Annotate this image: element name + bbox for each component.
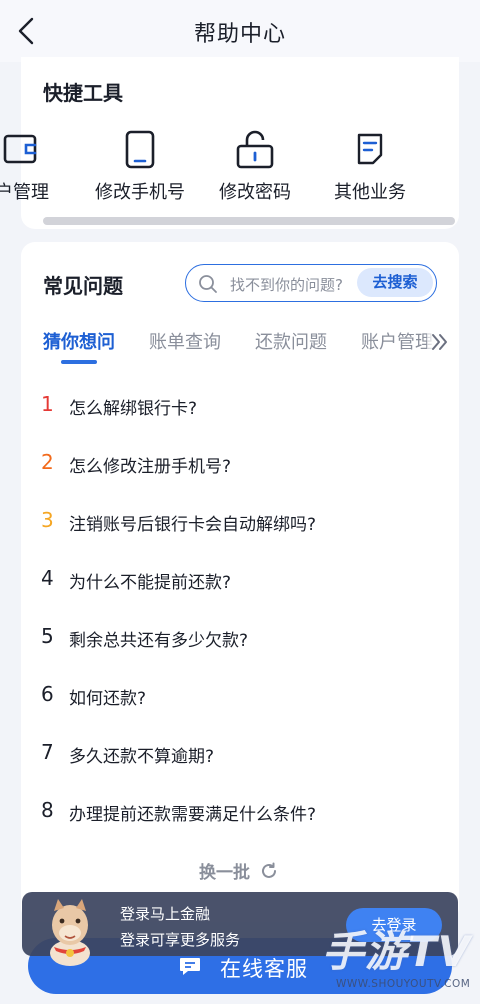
question-text: 如何还款? (69, 689, 147, 709)
question-text: 怎么解绑银行卡? (69, 399, 198, 419)
online-service-label: 在线客服 (220, 957, 308, 981)
question-number: 2 (41, 450, 54, 474)
account-card-icon (3, 134, 37, 164)
tool-label: 其他业务 (334, 182, 406, 203)
active-tab-indicator (61, 360, 97, 364)
question-text: 剩余总共还有多少欠款? (69, 631, 249, 651)
question-item[interactable]: 1 怎么解绑银行卡? (41, 388, 441, 424)
double-chevron-right-icon (432, 334, 447, 350)
question-number: 4 (41, 566, 54, 590)
tab-guess[interactable]: 猜你想问 (43, 328, 115, 354)
refresh-label: 换一批 (199, 863, 250, 883)
phone-icon (125, 130, 155, 169)
search-icon (199, 275, 217, 293)
faq-tabs: 猜你想问 账单查询 还款问题 账户管理 (43, 328, 459, 368)
chat-icon (180, 958, 200, 975)
tab-bill-query[interactable]: 账单查询 (149, 328, 221, 354)
refresh-icon (262, 862, 277, 878)
tool-change-password[interactable]: 修改密码 (195, 126, 315, 210)
top-bar: 帮助中心 (0, 0, 480, 62)
tab-account-manage[interactable]: 账户管理 (361, 328, 433, 354)
tool-change-phone[interactable]: 修改手机号 (80, 126, 200, 210)
question-number: 1 (41, 392, 54, 416)
faq-card: 常见问题 找不到你的问题? 去搜索 猜你想问 账单查询 还款问题 账户管理 1 … (21, 242, 459, 922)
question-item[interactable]: 6 如何还款? (41, 678, 441, 714)
login-banner-title: 登录马上金融 (120, 905, 211, 923)
question-item[interactable]: 8 办理提前还款需要满足什么条件? (41, 794, 441, 830)
question-number: 6 (41, 682, 54, 706)
login-banner-subtitle: 登录可享更多服务 (120, 931, 241, 949)
question-item[interactable]: 4 为什么不能提前还款? (41, 562, 441, 598)
question-number: 5 (41, 624, 54, 648)
question-number: 3 (41, 508, 54, 532)
faq-heading: 常见问题 (43, 274, 123, 298)
page-title: 帮助中心 (193, 22, 286, 47)
lock-icon (236, 130, 274, 169)
question-number: 8 (41, 798, 54, 822)
quick-tools-heading: 快捷工具 (43, 81, 123, 105)
question-item[interactable]: 3 注销账号后银行卡会自动解绑吗? (41, 504, 441, 540)
question-item[interactable]: 5 剩余总共还有多少欠款? (41, 620, 441, 656)
tool-label: 修改密码 (219, 182, 291, 203)
question-number: 7 (41, 740, 54, 764)
tools-scrollbar[interactable] (43, 217, 455, 225)
quick-tools-row: 户管理 修改手机号 修改密码 其他业务 (0, 126, 459, 210)
tabs-more-button[interactable] (427, 329, 453, 355)
tool-account-manage[interactable]: 户管理 (0, 126, 82, 210)
login-button[interactable]: 去登录 (346, 908, 442, 942)
search-placeholder: 找不到你的问题? (230, 276, 343, 294)
search-button[interactable]: 去搜索 (357, 268, 433, 297)
mascot-image (50, 899, 90, 966)
question-text: 办理提前还款需要满足什么条件? (69, 805, 317, 825)
question-text: 多久还款不算逾期? (69, 747, 215, 767)
document-icon (357, 133, 383, 165)
question-text: 注销账号后银行卡会自动解绑吗? (69, 515, 317, 535)
tool-other-business[interactable]: 其他业务 (310, 126, 430, 210)
tool-label: 户管理 (0, 182, 49, 203)
question-text: 怎么修改注册手机号? (69, 457, 232, 477)
question-item[interactable]: 7 多久还款不算逾期? (41, 736, 441, 772)
refresh-button[interactable]: 换一批 (199, 858, 279, 888)
tool-label: 修改手机号 (95, 182, 185, 203)
tab-repayment[interactable]: 还款问题 (255, 328, 327, 354)
question-item[interactable]: 2 怎么修改注册手机号? (41, 446, 441, 482)
question-text: 为什么不能提前还款? (69, 573, 232, 593)
search-input[interactable]: 找不到你的问题? 去搜索 (185, 264, 437, 302)
